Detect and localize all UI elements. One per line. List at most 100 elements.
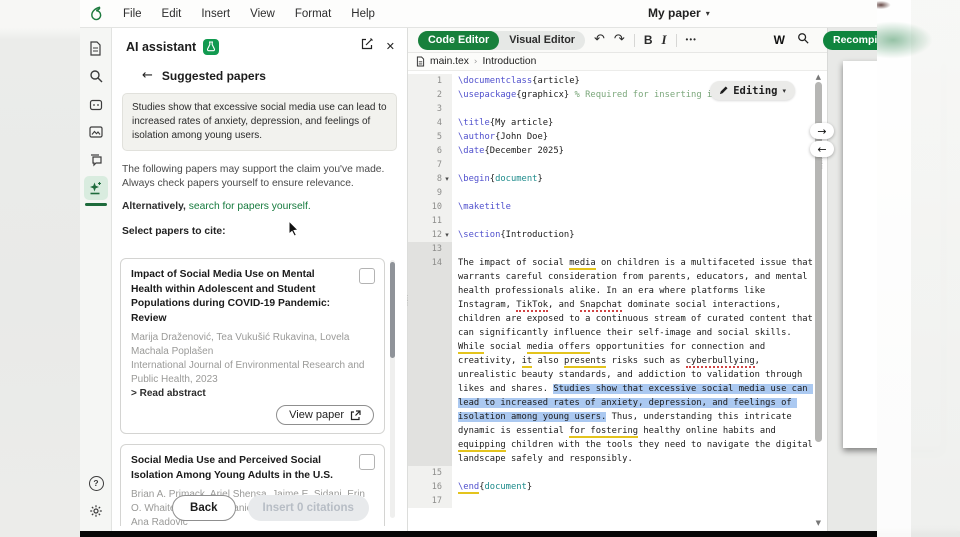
- labs-flask-icon: [203, 39, 219, 55]
- editor-toolbar: Code Editor Visual Editor ↶ ↷ B I ••• W: [408, 28, 827, 53]
- paper-card: Impact of Social Media Use on Mental Hea…: [120, 258, 385, 434]
- blurred-left-edge: [0, 0, 80, 537]
- menu-format[interactable]: Format: [295, 8, 331, 20]
- breadcrumb-separator: ›: [474, 57, 478, 67]
- line-gutter: 17: [408, 494, 452, 508]
- integrations-icon[interactable]: [84, 92, 108, 116]
- search-icon[interactable]: [797, 31, 809, 49]
- help-icon[interactable]: ?: [84, 471, 108, 495]
- claim-quote-box: Studies show that excessive social media…: [122, 93, 397, 151]
- select-papers-label: Select papers to cite:: [122, 226, 397, 237]
- chat-icon[interactable]: [84, 148, 108, 172]
- read-abstract-link[interactable]: > Read abstract: [131, 388, 374, 399]
- code-line-13[interactable]: 13: [408, 242, 827, 256]
- line-gutter: 1: [408, 74, 452, 88]
- back-button[interactable]: Back: [172, 495, 236, 521]
- paper-checkbox[interactable]: [359, 268, 375, 284]
- breadcrumb-section[interactable]: Introduction: [483, 56, 537, 67]
- editing-label: Editing: [733, 85, 777, 97]
- code-editor-area[interactable]: 1\documentclass{article}2\usepackage{gra…: [408, 71, 827, 531]
- project-title-label: My paper: [648, 6, 701, 20]
- visual-editor-tab[interactable]: Visual Editor: [499, 31, 585, 50]
- panel-resize-dots[interactable]: ⋮⋮: [404, 296, 411, 306]
- view-paper-label: View paper: [289, 409, 344, 421]
- line-gutter: 11: [408, 214, 452, 228]
- fold-arrow-icon[interactable]: ▾: [442, 228, 452, 242]
- code-line-5[interactable]: 5\author{John Doe}: [408, 130, 827, 144]
- line-gutter: 4: [408, 116, 452, 130]
- suggestion-description: The following papers may support the cla…: [122, 163, 397, 191]
- code-line-3[interactable]: 3: [408, 102, 827, 116]
- search-icon[interactable]: [84, 64, 108, 88]
- menu-file[interactable]: File: [123, 8, 142, 20]
- figure-icon[interactable]: [84, 120, 108, 144]
- more-icon[interactable]: •••: [686, 31, 697, 49]
- undo-icon[interactable]: ↶: [594, 31, 605, 49]
- paper-journal: International Journal of Environmental R…: [131, 359, 374, 387]
- paper-title: Social Media Use and Perceived Social Is…: [131, 454, 374, 483]
- resize-dots-icon[interactable]: ⋮⋮: [819, 159, 826, 169]
- view-paper-button[interactable]: View paper: [276, 405, 374, 425]
- left-icon-rail: ?: [80, 28, 112, 531]
- line-gutter: 13: [408, 242, 452, 256]
- italic-icon[interactable]: I: [661, 31, 666, 49]
- menu-view[interactable]: View: [250, 8, 275, 20]
- redo-icon[interactable]: ↷: [614, 31, 625, 49]
- paper-list: Impact of Social Media Use on Mental Hea…: [120, 254, 399, 526]
- code-line-11[interactable]: 11: [408, 214, 827, 228]
- code-line-7[interactable]: 7: [408, 158, 827, 172]
- blurred-right-edge: [877, 0, 960, 537]
- close-icon[interactable]: ✕: [386, 40, 395, 53]
- menu-help[interactable]: Help: [351, 8, 375, 20]
- menu-insert[interactable]: Insert: [201, 8, 230, 20]
- breadcrumb-file[interactable]: main.tex: [430, 56, 469, 67]
- paper-list-scrollbar-thumb[interactable]: [390, 262, 395, 358]
- menu-edit[interactable]: Edit: [162, 8, 182, 20]
- settings-gear-icon[interactable]: [84, 499, 108, 523]
- code-line-10[interactable]: 10\maketitle: [408, 200, 827, 214]
- writefull-icon[interactable]: W: [774, 33, 785, 47]
- code-line-14[interactable]: 14The impact of social media on children…: [408, 256, 827, 466]
- line-gutter: 16: [408, 480, 452, 494]
- code-line-4[interactable]: 4\title{My article}: [408, 116, 827, 130]
- file-outline-icon[interactable]: [84, 36, 108, 60]
- scroll-down-arrow-icon[interactable]: ▼: [816, 519, 821, 527]
- pencil-icon: [719, 86, 728, 95]
- bottom-black-bar: [0, 531, 960, 537]
- project-title-dropdown[interactable]: My paper ▾: [648, 6, 710, 20]
- line-gutter: 14: [408, 256, 452, 466]
- expand-right-arrow-icon[interactable]: →: [810, 123, 834, 139]
- back-arrow-icon[interactable]: ←: [142, 68, 153, 83]
- fold-arrow-icon[interactable]: ▾: [442, 172, 452, 186]
- code-lines: 1\documentclass{article}2\usepackage{gra…: [408, 71, 827, 508]
- code-line-16[interactable]: 16\end{document}: [408, 480, 827, 494]
- bold-icon[interactable]: B: [644, 31, 653, 49]
- ai-assistant-sparkle-icon[interactable]: [84, 176, 108, 200]
- code-line-15[interactable]: 15: [408, 466, 827, 480]
- line-gutter: 5: [408, 130, 452, 144]
- editor-breadcrumb: main.tex › Introduction: [408, 53, 827, 71]
- paper-checkbox[interactable]: [359, 454, 375, 470]
- insert-citations-button[interactable]: Insert 0 citations: [248, 495, 369, 521]
- code-line-8[interactable]: 8▾\begin{document}: [408, 172, 827, 186]
- line-gutter: 6: [408, 144, 452, 158]
- ai-panel-footer: Back Insert 0 citations: [112, 495, 407, 525]
- paper-title: Impact of Social Media Use on Mental Hea…: [131, 268, 374, 326]
- line-gutter: 7: [408, 158, 452, 172]
- code-line-12[interactable]: 12▾\section{Introduction}: [408, 228, 827, 242]
- compose-icon[interactable]: [360, 37, 374, 56]
- search-papers-link[interactable]: search for papers yourself.: [189, 201, 311, 212]
- editing-mode-chip[interactable]: Editing ▾: [710, 81, 795, 100]
- code-line-6[interactable]: 6\date{December 2025}: [408, 144, 827, 158]
- line-gutter: 9: [408, 186, 452, 200]
- overleaf-logo-icon[interactable]: [88, 5, 105, 22]
- code-editor-tab[interactable]: Code Editor: [418, 31, 499, 50]
- chevron-down-icon: ▾: [782, 87, 786, 95]
- code-line-9[interactable]: 9: [408, 186, 827, 200]
- expand-left-arrow-icon[interactable]: ←: [810, 141, 834, 157]
- top-menu-bar: File Edit Insert View Format Help My paper ▾: [0, 0, 960, 28]
- code-line-17[interactable]: 17: [408, 494, 827, 508]
- line-gutter: 12▾: [408, 228, 452, 242]
- scroll-up-arrow-icon[interactable]: ▲: [816, 73, 821, 81]
- line-gutter: 2: [408, 88, 452, 102]
